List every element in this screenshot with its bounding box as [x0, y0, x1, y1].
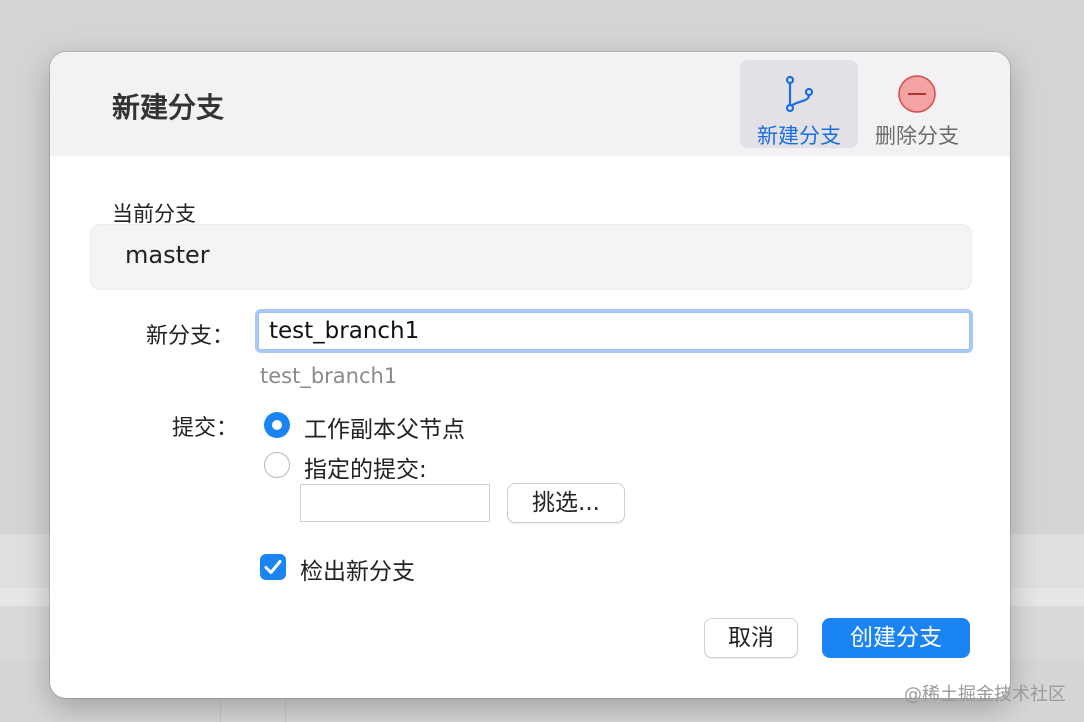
radio-working-copy-parent[interactable] — [264, 412, 290, 438]
toolbar-new-branch-button[interactable]: 新建分支 — [740, 60, 858, 148]
new-branch-dialog: 新建分支 新建分支 删除分支 当前分支 master 新分支： test_bra… — [50, 52, 1010, 698]
current-branch-box: master — [90, 224, 972, 290]
new-branch-label: 新分支： — [146, 324, 235, 349]
dialog-header: 新建分支 新建分支 删除分支 — [50, 52, 1010, 156]
create-branch-button[interactable]: 创建分支 — [822, 618, 970, 658]
new-branch-input[interactable] — [258, 312, 970, 350]
radio-specified-commit[interactable] — [264, 452, 290, 478]
toolbar-delete-branch-label: 删除分支 — [875, 124, 959, 148]
current-branch-value: master — [125, 241, 210, 269]
checkout-new-branch-label: 检出新分支 — [300, 559, 415, 585]
checkout-new-branch-checkbox[interactable] — [260, 554, 286, 580]
dialog-title: 新建分支 — [112, 91, 225, 124]
radio-specified-commit-label: 指定的提交: — [304, 457, 427, 483]
toolbar-delete-branch-button[interactable]: 删除分支 — [858, 60, 976, 148]
branch-icon — [779, 74, 819, 114]
radio-working-copy-parent-label: 工作副本父节点 — [304, 417, 465, 443]
checkmark-icon — [264, 560, 282, 574]
commit-label: 提交： — [172, 416, 239, 441]
minus-circle-icon — [897, 74, 937, 114]
pick-commit-button[interactable]: 挑选... — [507, 483, 625, 523]
watermark: @稀土掘金技术社区 — [904, 684, 1066, 705]
specified-commit-input[interactable] — [300, 484, 490, 522]
cancel-button[interactable]: 取消 — [704, 618, 798, 658]
toolbar-new-branch-label: 新建分支 — [757, 124, 841, 148]
new-branch-hint: test_branch1 — [260, 364, 398, 388]
